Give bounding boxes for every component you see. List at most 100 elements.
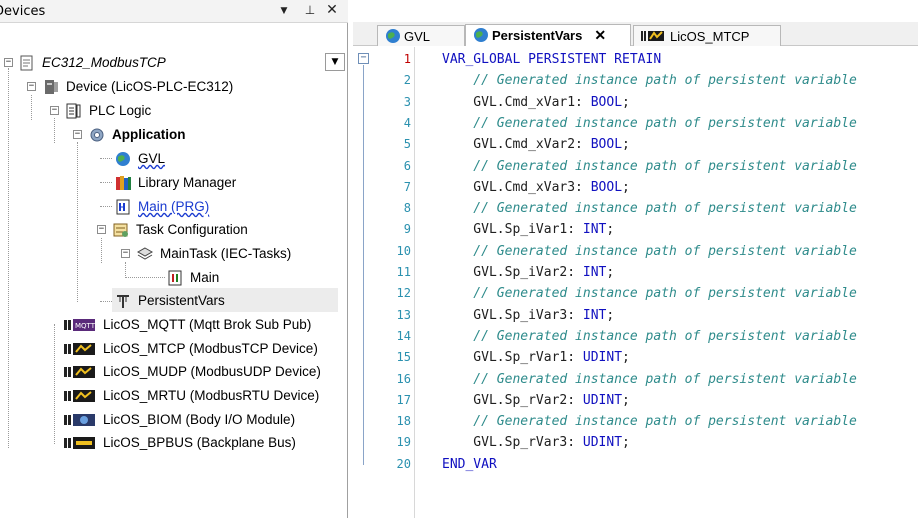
keyword-token: INT — [582, 265, 607, 280]
program-call-icon — [166, 270, 184, 286]
tab-persistent-vars[interactable]: PersistentVars ✕ — [465, 24, 631, 46]
tree-item-task-configuration[interactable]: − Task Configuration — [97, 218, 248, 241]
code-line[interactable]: GVL.Sp_iVar2: INT; — [442, 262, 614, 283]
line-number: 2 — [403, 73, 411, 88]
tree-item-module[interactable]: LicOS_BIOM (Body I/O Module) — [63, 408, 295, 431]
root-label: EC312_ModbusTCP — [42, 55, 166, 70]
fold-toggle[interactable]: − — [358, 53, 369, 64]
panel-close-button[interactable]: ✕ — [324, 2, 340, 18]
tree-item-module[interactable]: LicOS_MRTU (ModbusRTU Device) — [63, 384, 319, 407]
devices-panel-header: Devices ▼ ⊥ ✕ — [0, 0, 348, 23]
tree-item-main[interactable]: Main — [166, 266, 219, 289]
line-number: 18 — [396, 414, 411, 429]
library-manager-label: Library Manager — [138, 175, 237, 190]
tree-item-persistent-vars[interactable]: PersistentVars — [114, 289, 225, 312]
identifier-token: ; — [622, 94, 630, 110]
tree-item-module[interactable]: LicOS_MUDP (ModbusUDP Device) — [63, 360, 321, 383]
identifier-token: ; — [622, 137, 630, 153]
tree-item-module[interactable]: LicOS_MTCP (ModbusTCP Device) — [63, 337, 318, 360]
collapse-toggle[interactable]: − — [4, 58, 13, 67]
code-line[interactable]: GVL.Cmd_xVar3: BOOL; — [442, 177, 630, 198]
collapse-toggle[interactable]: − — [97, 225, 106, 234]
tree-line — [100, 301, 112, 302]
tree-item-device[interactable]: − Device (LicOS-PLC-EC312) — [27, 75, 233, 98]
code-line[interactable]: GVL.Sp_iVar3: INT; — [442, 305, 614, 326]
keyword-token: UDINT — [582, 350, 623, 366]
tab-label: LicOS_MTCP — [670, 28, 750, 44]
collapse-toggle[interactable]: − — [27, 82, 36, 91]
tree-item-module[interactable]: MQTT LicOS_MQTT (Mqtt Brok Sub Pub) — [63, 313, 311, 336]
code-line[interactable]: // Generated instance path of persistent… — [442, 283, 857, 304]
tree-item-module[interactable]: LicOS_BPBUS (Backplane Bus) — [63, 431, 296, 454]
chevron-down-icon[interactable]: ▼ — [325, 53, 345, 71]
tree-line — [100, 206, 112, 207]
comment-token: // Generated instance path of persistent… — [442, 158, 857, 174]
tree-line — [101, 238, 102, 263]
application-gear-icon — [88, 127, 106, 143]
code-line[interactable]: GVL.Cmd_xVar2: BOOL; — [442, 134, 630, 155]
comment-token: // Generated instance path of persistent… — [442, 286, 857, 302]
code-line[interactable]: VAR_GLOBAL PERSISTENT RETAIN — [442, 49, 661, 70]
code-line[interactable]: GVL.Sp_rVar1: UDINT; — [442, 347, 630, 368]
code-area[interactable]: VAR_GLOBAL PERSISTENT RETAIN // Generate… — [442, 47, 918, 518]
comment-token: // Generated instance path of persistent… — [442, 115, 857, 131]
line-number: 20 — [396, 456, 411, 471]
line-number: 4 — [403, 115, 411, 130]
modbus-icon — [63, 364, 97, 380]
collapse-toggle[interactable]: − — [121, 249, 130, 258]
collapse-toggle[interactable]: − — [73, 130, 82, 139]
code-line[interactable]: // Generated instance path of persistent… — [442, 241, 857, 262]
persistent-vars-icon — [114, 293, 132, 309]
keyword-token: UDINT — [582, 435, 623, 451]
tab-licos-mtcp[interactable]: LicOS_MTCP — [633, 25, 781, 46]
collapse-toggle[interactable]: − — [50, 106, 59, 115]
code-line[interactable]: // Generated instance path of persistent… — [442, 369, 857, 390]
tree-item-gvl[interactable]: GVL — [114, 147, 165, 170]
comment-token: // Generated instance path of persistent… — [442, 371, 857, 387]
code-line[interactable]: // Generated instance path of persistent… — [442, 198, 857, 219]
modbus-icon — [640, 28, 666, 47]
tree-item-main-task[interactable]: − MainTask (IEC-Tasks) — [121, 242, 291, 265]
tab-close-button[interactable]: ✕ — [594, 27, 606, 44]
task-stack-icon — [136, 246, 154, 262]
identifier-token: GVL.Sp_iVar3: — [442, 307, 583, 323]
code-line[interactable]: GVL.Sp_rVar3: UDINT; — [442, 432, 630, 453]
tree-item-library-manager[interactable]: Library Manager — [114, 171, 236, 194]
identifier-token: ; — [622, 392, 630, 408]
main-prg-label: Main (PRG) — [138, 199, 210, 214]
code-line[interactable]: // Generated instance path of persistent… — [442, 156, 857, 177]
tab-gvl[interactable]: GVL — [377, 25, 465, 46]
identifier-token: GVL.Sp_rVar2: — [442, 392, 583, 408]
code-editor: GVL PersistentVars ✕ LicOS_MTCP − 123456… — [353, 0, 918, 518]
line-number: 15 — [396, 350, 411, 365]
code-line[interactable]: GVL.Sp_rVar2: UDINT; — [442, 390, 630, 411]
code-line[interactable]: END_VAR — [442, 454, 497, 475]
comment-token: // Generated instance path of persistent… — [442, 201, 857, 217]
identifier-token: GVL.Sp_iVar2: — [442, 265, 583, 280]
tree-item-root[interactable]: − EC312_ModbusTCP — [4, 51, 166, 74]
svg-text:MQTT: MQTT — [75, 322, 96, 330]
comment-token: // Generated instance path of persistent… — [442, 328, 857, 344]
tree-item-main-prg[interactable]: Main (PRG) — [114, 195, 209, 218]
line-number: 6 — [403, 158, 411, 173]
code-line[interactable]: GVL.Cmd_xVar1: BOOL; — [442, 92, 630, 113]
tree-item-application[interactable]: − Application — [73, 123, 186, 146]
code-line[interactable]: GVL.Sp_iVar1: INT; — [442, 219, 614, 240]
code-line[interactable]: // Generated instance path of persistent… — [442, 411, 857, 432]
module-label: LicOS_BIOM (Body I/O Module) — [103, 412, 296, 427]
program-icon — [114, 199, 132, 215]
code-line[interactable]: // Generated instance path of persistent… — [442, 70, 857, 91]
line-number: 16 — [396, 371, 411, 386]
line-number: 7 — [403, 179, 411, 194]
tab-label: PersistentVars — [492, 28, 583, 43]
tree-line — [31, 95, 32, 120]
code-line[interactable]: // Generated instance path of persistent… — [442, 113, 857, 134]
code-line[interactable]: // Generated instance path of persistent… — [442, 326, 857, 347]
tree-item-plc-logic[interactable]: − PLC Logic — [50, 99, 151, 122]
keyword-token: BOOL — [590, 179, 623, 195]
line-number: 3 — [403, 94, 411, 109]
line-number-gutter: − 1 2 3 4 5 6 7 8 9 10 11 12 13 14 15 16 17 18 19 20 — [353, 47, 415, 518]
pin-icon[interactable]: ⊥ — [302, 3, 318, 17]
keyword-token: END_VAR — [442, 456, 497, 472]
panel-menu-button[interactable]: ▼ — [276, 6, 292, 16]
